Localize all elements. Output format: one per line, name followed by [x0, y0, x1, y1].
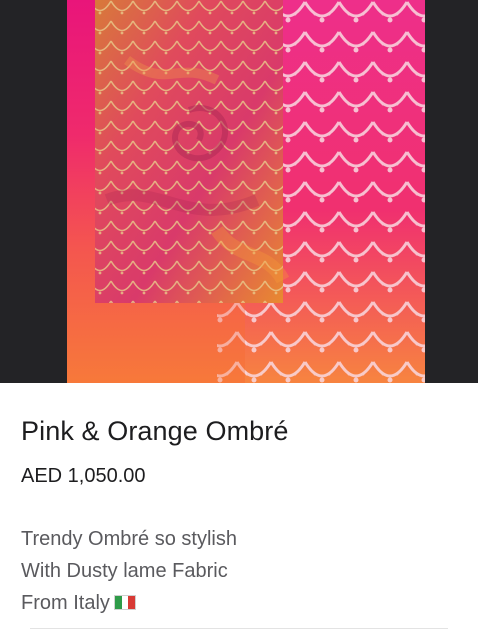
product-title: Pink & Orange Ombré [21, 416, 289, 446]
fabric-photo [95, 0, 425, 383]
product-details: Pink & Orange Ombré AED 1,050.00 Trendy … [0, 383, 478, 630]
italy-flag-icon [113, 595, 136, 610]
description-line: Trendy Ombré so stylish [21, 528, 237, 550]
divider [30, 628, 448, 629]
product-image-area [0, 0, 478, 383]
product-image[interactable] [67, 0, 425, 383]
description-line: From Italy [21, 587, 237, 619]
description-line: With Dusty lame Fabric [21, 560, 228, 582]
description-text: From Italy [21, 592, 110, 614]
product-description: Trendy Ombré so stylish With Dusty lame … [21, 523, 237, 619]
product-price: AED 1,050.00 [21, 465, 146, 487]
